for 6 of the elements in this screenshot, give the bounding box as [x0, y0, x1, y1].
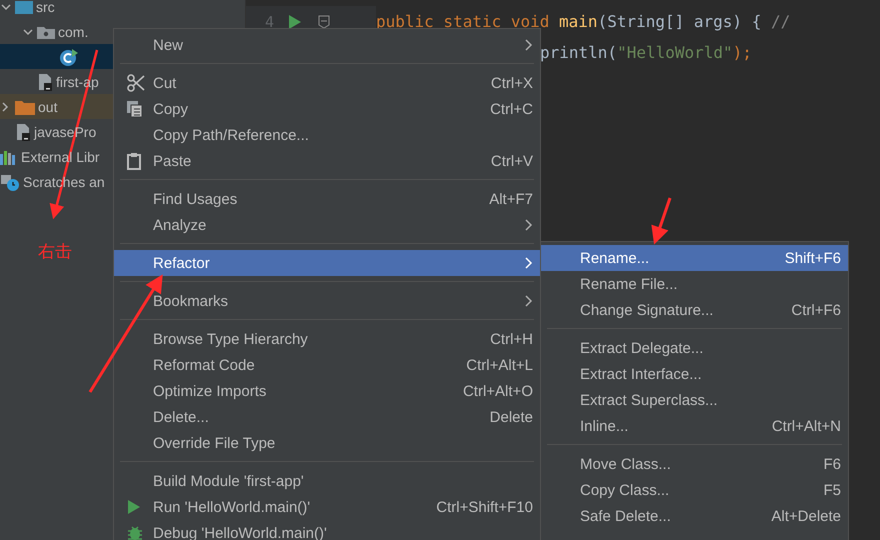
code-line: println("HelloWorld"); — [540, 43, 752, 62]
code-line: public static void main(String[] args) { // — [376, 12, 790, 31]
tree-label: src — [36, 0, 55, 14]
annotation-text: 右击 — [38, 241, 72, 263]
tree-label: com. — [58, 24, 88, 40]
tree-label: out — [38, 98, 58, 114]
